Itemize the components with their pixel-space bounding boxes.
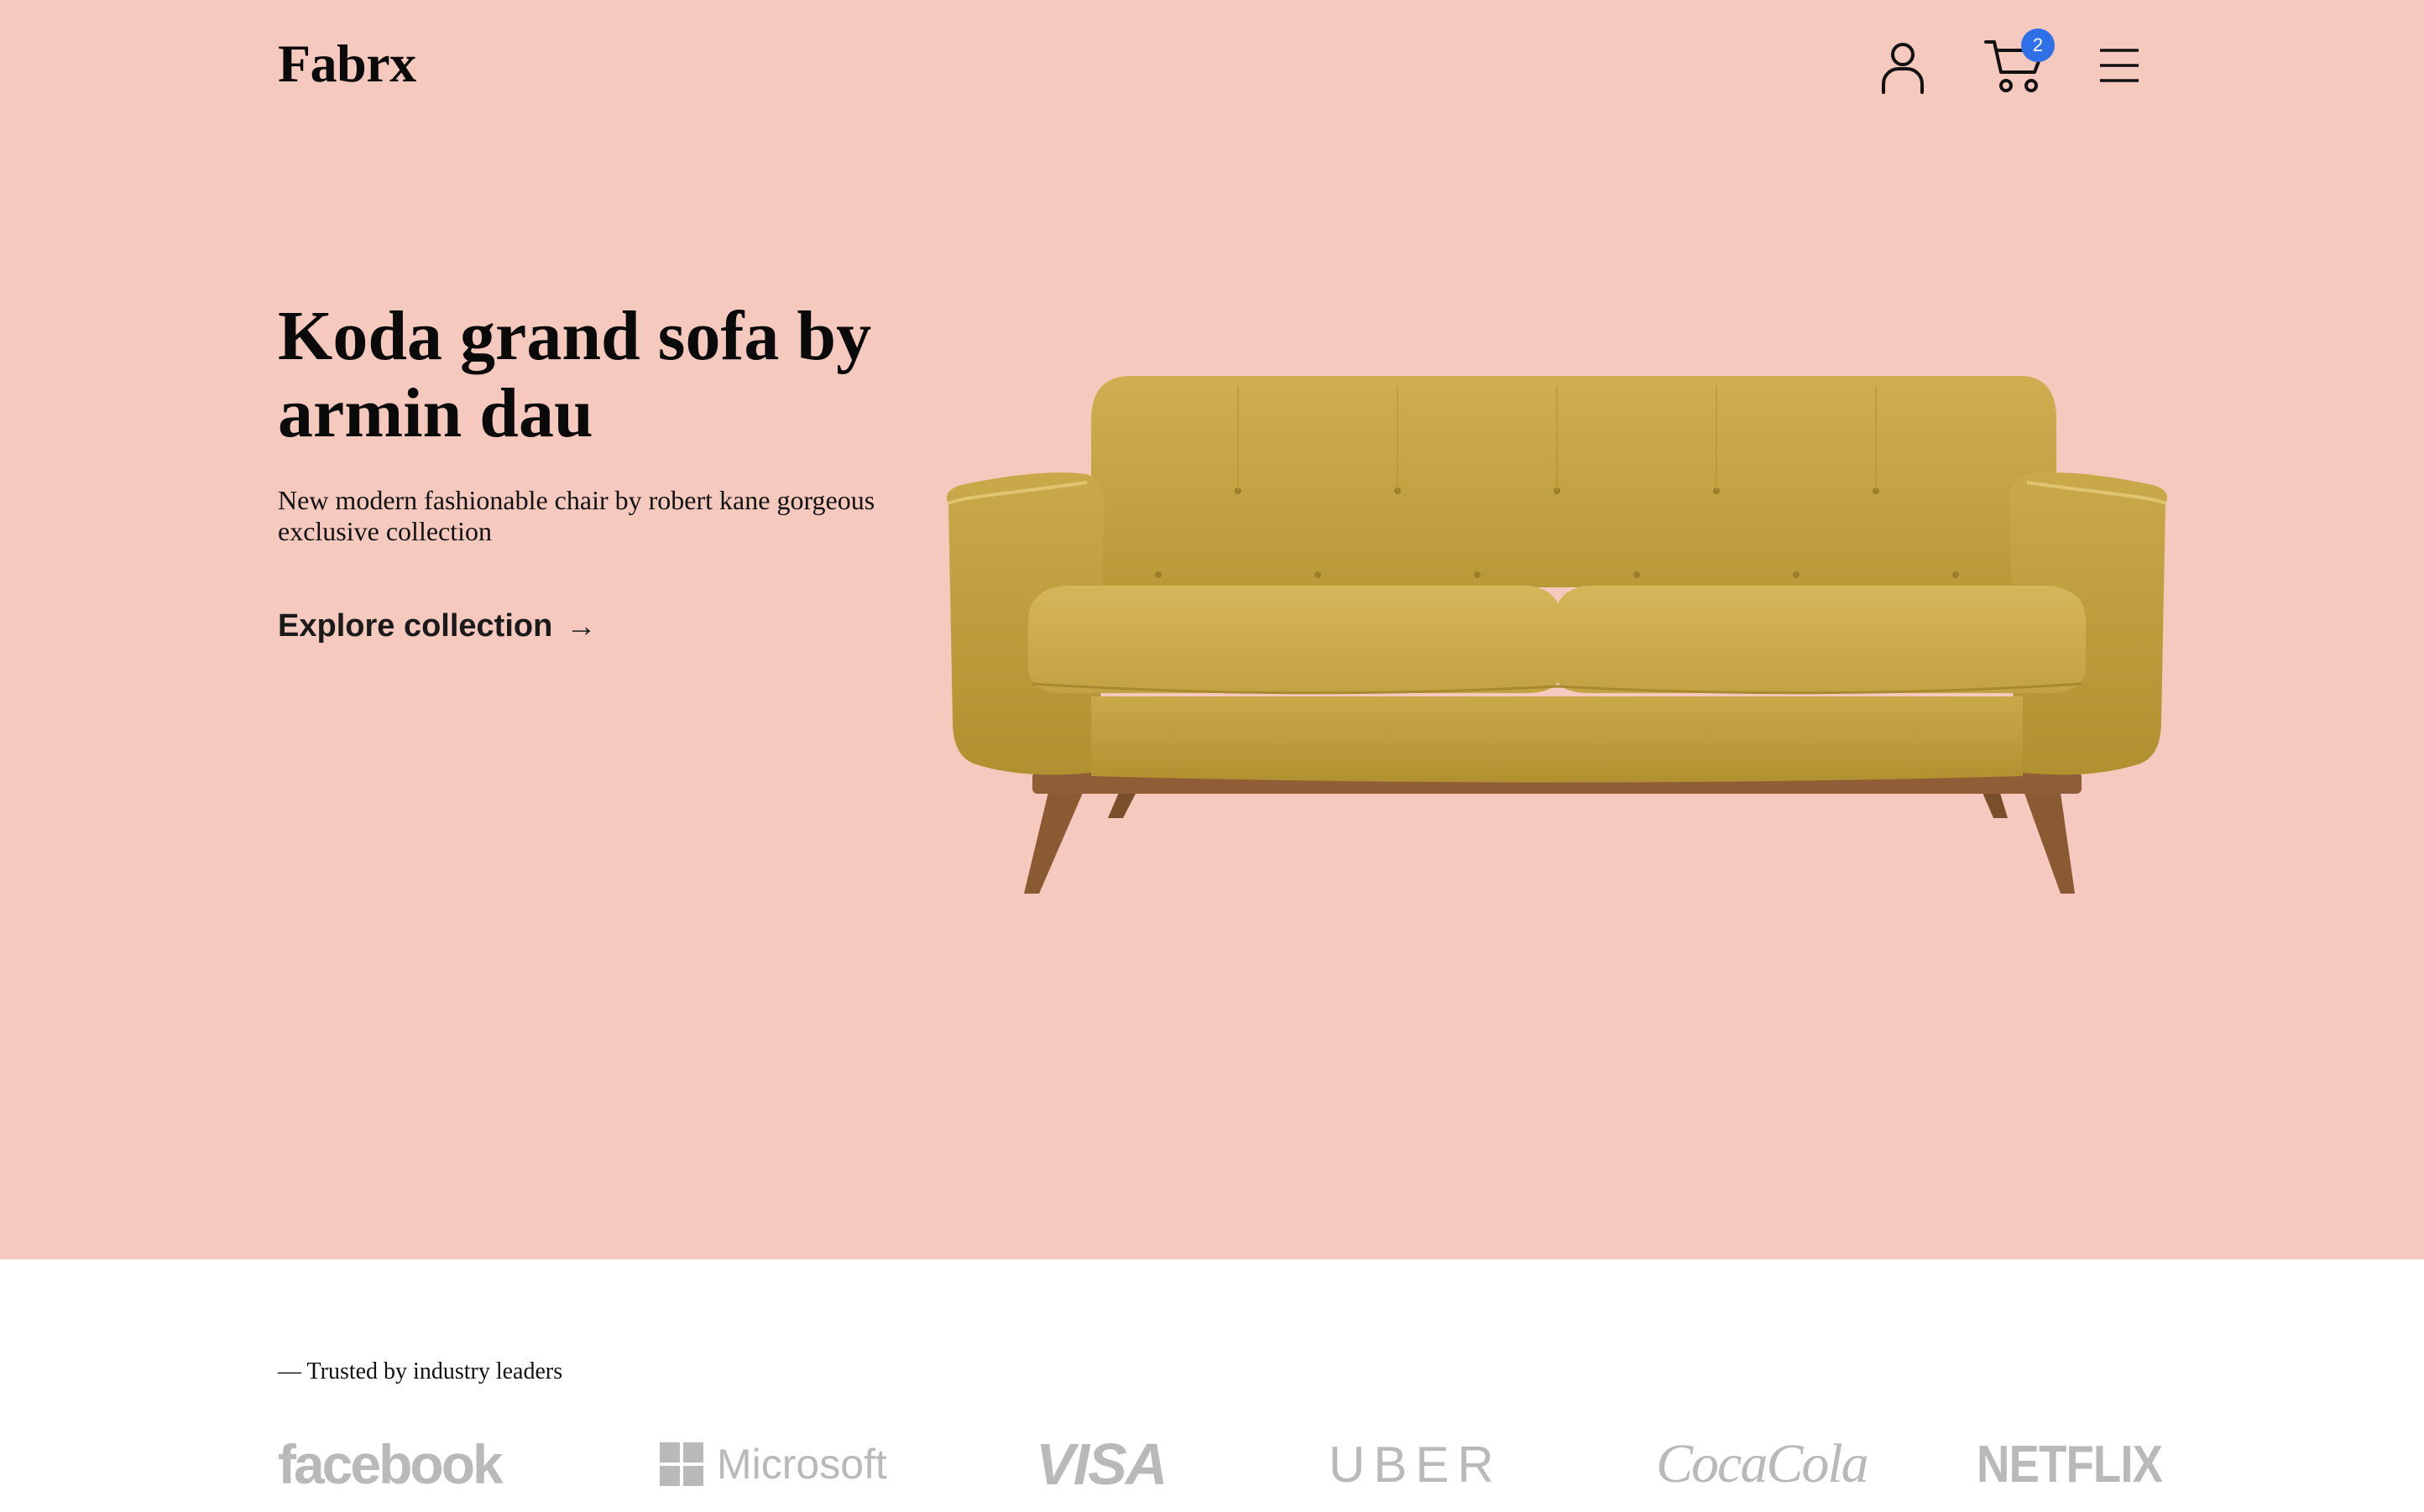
netflix-logo: NETFLIX [1977, 1435, 2163, 1494]
explore-collection-label: Explore collection [278, 608, 553, 644]
explore-collection-link[interactable]: Explore collection → [278, 606, 596, 646]
uber-logo: UBER [1329, 1436, 1502, 1493]
microsoft-logo: Microsoft [660, 1431, 887, 1498]
brand-logo[interactable]: Fabrx [278, 30, 416, 97]
cart-count-badge: 2 [2021, 29, 2055, 62]
arrow-right-icon: → [566, 608, 597, 643]
coca-cola-logo: CocaCola [1656, 1433, 1869, 1494]
microsoft-grid-icon [660, 1442, 703, 1486]
microsoft-logo-text: Microsoft [717, 1441, 887, 1488]
visa-logo: VISA [1036, 1431, 1168, 1497]
facebook-logo: facebook [278, 1433, 504, 1495]
hero-subtitle: New modern fashionable chair by robert k… [278, 485, 875, 546]
mustard-sofa-image [946, 376, 2168, 894]
trusted-by-label: — Trusted by industry leaders [278, 1358, 563, 1384]
menu-icon[interactable] [2098, 47, 2140, 84]
hero-section: Fabrx 2 Koda grand sofa by armin dau New… [0, 0, 2424, 1259]
user-icon[interactable] [1878, 40, 1927, 94]
hero-title: Koda grand sofa by armin dau [278, 297, 872, 452]
